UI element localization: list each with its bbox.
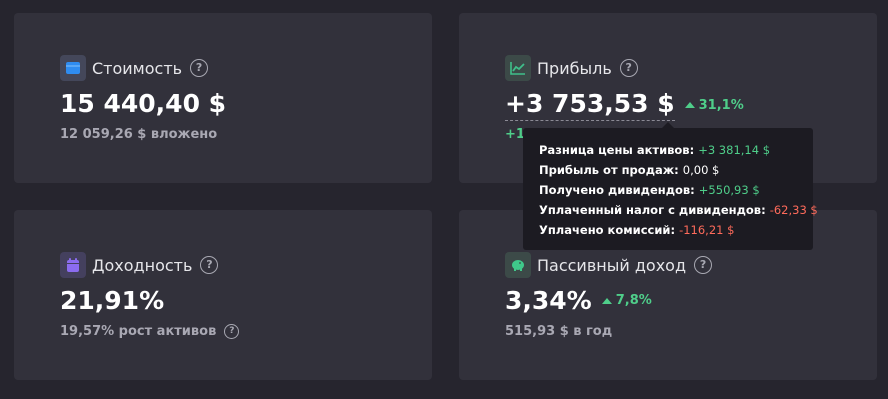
card-value-amount: 15 440,40 $ xyxy=(60,89,227,118)
card-profit-header: Прибыль ? xyxy=(505,55,638,81)
tooltip-value: +550,93 $ xyxy=(698,183,760,197)
card-profit-delta-value: 31,1% xyxy=(698,97,744,113)
card-yield-header: Доходность ? xyxy=(60,252,219,278)
arrow-up-icon xyxy=(601,297,612,304)
tooltip-row: Уплачено комиссий: -116,21 $ xyxy=(539,222,813,242)
chart-line-icon xyxy=(505,55,531,81)
card-yield-sub-row: 19,57% рост активов ? xyxy=(60,324,240,339)
wallet-icon xyxy=(60,55,86,81)
tooltip-value: 0,00 $ xyxy=(682,163,720,177)
tooltip-value: -62,33 $ xyxy=(769,203,818,217)
calendar-icon xyxy=(60,252,86,278)
card-value-invested: 12 059,26 $ вложено xyxy=(60,127,218,142)
card-yield-amount: 21,91% xyxy=(60,286,165,315)
tooltip-label: Уплачено комиссий: xyxy=(539,223,676,237)
card-value-header: Стоимость ? xyxy=(60,55,209,81)
help-icon[interactable]: ? xyxy=(200,256,219,274)
card-passive-amount-row: 3,34% 7,8% xyxy=(505,286,652,315)
card-passive-amount: 3,34% xyxy=(505,286,592,315)
card-profit-delta: 31,1% xyxy=(684,97,744,113)
tooltip-row: Прибыль от продаж: 0,00 $ xyxy=(539,162,813,182)
help-icon[interactable]: ? xyxy=(694,256,713,274)
help-icon[interactable]: ? xyxy=(224,324,240,339)
tooltip-label: Уплаченный налог с дивидендов: xyxy=(539,203,766,217)
tooltip-value: -116,21 $ xyxy=(679,223,735,237)
card-passive-yearly: 515,93 $ в год xyxy=(505,324,613,339)
card-profit-amount[interactable]: +3 753,53 $ xyxy=(505,89,675,121)
card-yield-growth: 19,57% рост активов xyxy=(60,324,217,339)
help-icon[interactable]: ? xyxy=(619,59,638,77)
arrow-up-icon xyxy=(684,102,695,108)
card-passive-title: Пассивный доход xyxy=(537,255,687,275)
tooltip-label: Прибыль от продаж: xyxy=(539,163,679,177)
card-passive-delta: 7,8% xyxy=(601,293,652,308)
tooltip-value: +3 381,14 $ xyxy=(698,143,771,157)
card-yield: Доходность ? 21,91% 19,57% рост активов … xyxy=(14,210,432,380)
tooltip-row: Уплаченный налог с дивидендов: -62,33 $ xyxy=(539,202,818,222)
card-profit-title: Прибыль xyxy=(537,58,612,78)
profit-breakdown-tooltip: Разница цены активов: +3 381,14 $ Прибыл… xyxy=(523,122,818,250)
tooltip-label: Получено дивидендов: xyxy=(539,183,695,197)
card-profit-amount-row: +3 753,53 $ 31,1% xyxy=(505,89,744,121)
card-yield-title: Доходность xyxy=(92,255,193,275)
tooltip-label: Разница цены активов: xyxy=(539,143,695,157)
piggy-bank-icon xyxy=(505,252,531,278)
tooltip-row: Разница цены активов: +3 381,14 $ xyxy=(539,142,813,162)
tooltip-row: Получено дивидендов: +550,93 $ xyxy=(539,182,813,202)
card-value: Стоимость ? 15 440,40 $ 12 059,26 $ влож… xyxy=(14,13,432,183)
help-icon[interactable]: ? xyxy=(190,59,209,77)
card-passive-header: Пассивный доход ? xyxy=(505,252,713,278)
card-value-title: Стоимость xyxy=(92,58,183,78)
card-profit-sub-partial: +1 xyxy=(505,127,525,142)
card-passive-delta-value: 7,8% xyxy=(615,293,652,308)
